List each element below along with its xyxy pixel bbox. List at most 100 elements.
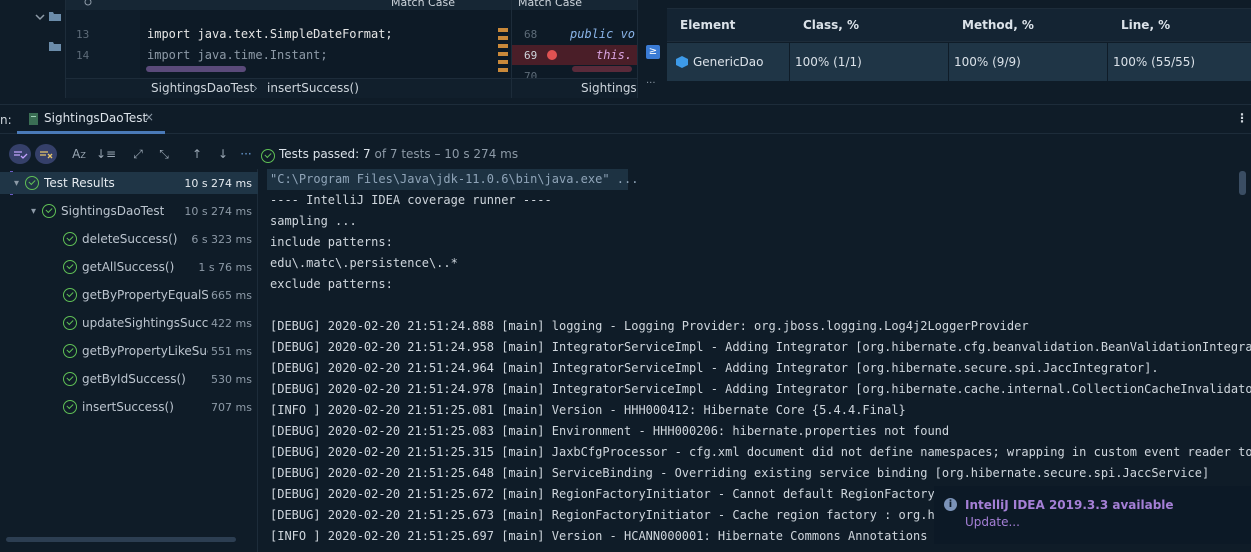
breakpoint-icon[interactable]	[547, 50, 557, 60]
main-editor[interactable]: Match Case 13 14 import java.text.Simple…	[66, 0, 511, 78]
tree-item-duration: 530 ms	[208, 372, 252, 386]
scroll-markers	[498, 28, 508, 72]
line-number: 68	[524, 28, 538, 41]
collapse-all-icon[interactable]: ⤡	[155, 146, 173, 162]
chevron-down-icon[interactable]: ▾	[31, 206, 36, 217]
class-icon	[676, 56, 688, 68]
tree-item-test-class[interactable]: ▾ SightingsDaoTest 10 s 274 ms	[0, 200, 258, 222]
more-icon[interactable]: ···	[646, 79, 660, 89]
tree-item-duration: 707 ms	[208, 400, 252, 414]
horizontal-scrollbar[interactable]	[572, 66, 632, 72]
line-number: 69	[524, 49, 538, 62]
console-line: edu\.matc\.persistence\..*	[270, 256, 458, 270]
tree-item-test[interactable]: getByPropertyEqualSuccess() 665 ms	[0, 284, 258, 306]
project-panel-stub	[0, 0, 66, 98]
chevron-down-icon[interactable]	[34, 12, 46, 22]
tree-item-label: insertSuccess()	[82, 400, 174, 414]
tree-item-label: getByIdSuccess()	[82, 372, 186, 386]
tree-item-test[interactable]: getByIdSuccess() 530 ms	[0, 368, 258, 390]
tool-window-prefix: n:	[0, 113, 12, 127]
coverage-element: GenericDao	[693, 55, 764, 69]
show-passed-toggle-icon[interactable]	[9, 144, 31, 164]
tab-label: SightingsDaoTest	[44, 111, 148, 125]
show-ignored-toggle-icon[interactable]	[35, 144, 57, 164]
chevron-down-icon[interactable]: ▾	[14, 178, 19, 189]
coverage-line: 100% (55/55)	[1113, 55, 1196, 69]
breadcrumb-method[interactable]: insertSuccess()	[267, 81, 359, 95]
console-line: ---- IntelliJ IDEA coverage runner ----	[270, 193, 552, 207]
folder-icon	[48, 40, 62, 52]
header-element[interactable]: Element	[680, 18, 735, 32]
column-divider	[789, 43, 790, 81]
passed-icon	[63, 344, 77, 358]
second-editor[interactable]: Match Case 68 69 70 public vo this.	[511, 0, 638, 83]
code-line[interactable]: import java.text.SimpleDateFormat;	[147, 27, 393, 41]
run-tool-window-header: n: SightingsDaoTest × ⋮	[0, 104, 1251, 134]
vertical-scrollbar[interactable]	[1239, 171, 1246, 195]
code-line[interactable]: public vo	[570, 27, 635, 41]
console-icon[interactable]: ≥	[646, 45, 660, 59]
passed-icon	[25, 176, 40, 190]
previous-failed-test-icon[interactable]: ↑	[188, 146, 206, 162]
coverage-class: 100% (1/1)	[795, 55, 862, 69]
search-bar[interactable]: Match Case	[512, 0, 638, 10]
tree-item-test[interactable]: deleteSuccess() 6 s 323 ms	[0, 228, 258, 250]
test-status: Tests passed: 7 of 7 tests – 10 s 274 ms	[279, 147, 518, 161]
coverage-header-row: Element Class, % Method, % Line, %	[667, 8, 1251, 42]
coverage-row[interactable]: GenericDao 100% (1/1) 100% (9/9) 100% (5…	[667, 43, 1251, 81]
horizontal-scrollbar[interactable]	[146, 66, 246, 72]
header-method[interactable]: Method, %	[962, 18, 1034, 32]
close-icon[interactable]: ×	[144, 110, 154, 124]
tree-item-label: getByPropertyLikeSuccess()	[82, 344, 216, 358]
more-vertical-icon[interactable]: ⋮	[1236, 111, 1248, 125]
console-line: [DEBUG] 2020-02-20 21:51:24.964 [main] I…	[270, 361, 1159, 375]
next-failed-test-icon[interactable]: ↓	[214, 146, 232, 162]
match-case-label[interactable]: Match Case	[391, 0, 455, 9]
expand-all-icon[interactable]: ⤢	[129, 146, 147, 162]
breadcrumb-class[interactable]: Sightings	[581, 81, 637, 95]
breadcrumb-class[interactable]: SightingsDaoTest	[151, 81, 254, 95]
tree-item-duration: 6 s 323 ms	[188, 232, 252, 246]
console-line: [INFO ] 2020-02-20 21:51:25.081 [main] V…	[270, 403, 906, 417]
tree-item-test-results[interactable]: ▾ Test Results 10 s 274 ms	[0, 172, 258, 194]
breadcrumb-separator-icon: ›	[253, 81, 258, 95]
update-link[interactable]: Update...	[965, 515, 1020, 529]
tree-item-label: getAllSuccess()	[82, 260, 175, 274]
match-case-label[interactable]: Match Case	[518, 0, 582, 9]
column-divider	[948, 43, 949, 81]
search-icon	[84, 0, 96, 8]
sort-by-duration-icon[interactable]: ↓≡	[96, 146, 116, 162]
tree-item-label: SightingsDaoTest	[61, 204, 165, 218]
update-notification[interactable]: i IntelliJ IDEA 2019.3.3 available Updat…	[934, 486, 1251, 544]
passed-icon	[63, 232, 77, 246]
status-suffix: of 7 tests – 10 s 274 ms	[374, 147, 519, 161]
test-results-tree: ▾ Test Results 10 s 274 ms ▾ SightingsDa…	[0, 169, 258, 552]
tab-sightingsdaotest[interactable]: SightingsDaoTest ×	[17, 105, 165, 134]
passed-icon	[63, 372, 77, 386]
console-line: [DEBUG] 2020-02-20 21:51:24.888 [main] l…	[270, 319, 1029, 333]
search-bar[interactable]: Match Case	[66, 0, 511, 10]
tree-item-test[interactable]: getByPropertyLikeSuccess() 551 ms	[0, 340, 258, 362]
code-line[interactable]: this.	[596, 48, 632, 62]
horizontal-scrollbar[interactable]	[6, 537, 236, 542]
header-class[interactable]: Class, %	[803, 18, 859, 32]
sort-alphabetically-icon[interactable]: AZ	[70, 146, 88, 162]
breadcrumb: SightingsDaoTest › insertSuccess()	[66, 78, 511, 98]
tree-item-test[interactable]: updateSightingsSuccess() 422 ms	[0, 312, 258, 334]
info-icon: i	[944, 498, 957, 511]
console-line[interactable]: "C:\Program Files\Java\jdk-11.0.6\bin\ja…	[270, 169, 638, 190]
notification-title: IntelliJ IDEA 2019.3.3 available	[965, 498, 1174, 512]
header-line[interactable]: Line, %	[1121, 18, 1170, 32]
tree-item-duration: 1 s 76 ms	[195, 260, 252, 274]
more-icon[interactable]: ···	[237, 146, 255, 162]
line-number: 13	[76, 28, 90, 41]
console-line: [INFO ] 2020-02-20 21:51:25.697 [main] V…	[270, 529, 1029, 543]
status-count: 7	[363, 147, 371, 161]
tree-item-duration: 551 ms	[208, 344, 252, 358]
tree-item-test[interactable]: getAllSuccess() 1 s 76 ms	[0, 256, 258, 278]
console-line: [DEBUG] 2020-02-20 21:51:24.978 [main] I…	[270, 382, 1251, 396]
code-line[interactable]: import java.time.Instant;	[147, 48, 328, 62]
tree-item-test[interactable]: insertSuccess() 707 ms	[0, 396, 258, 418]
console-line: sampling ...	[270, 214, 357, 228]
coverage-table: Element Class, % Method, % Line, % Gener…	[667, 0, 1251, 98]
